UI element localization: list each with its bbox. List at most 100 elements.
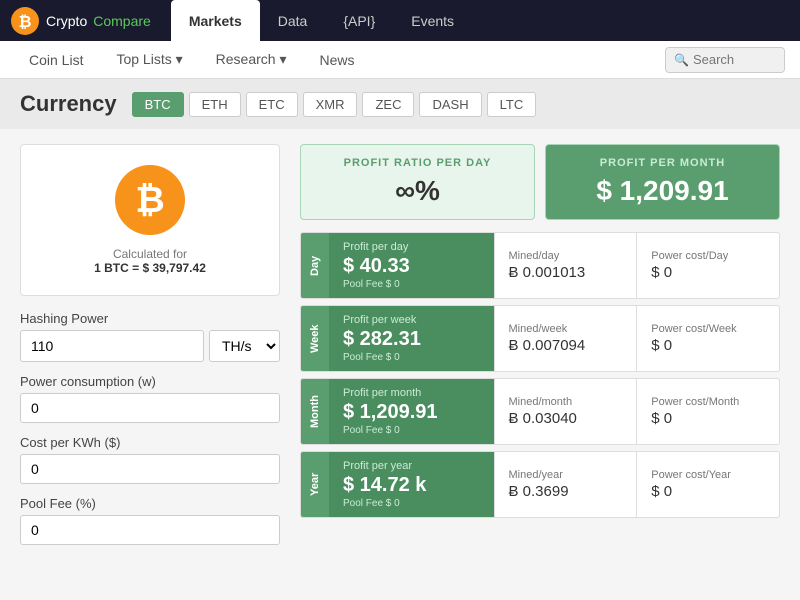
data-row-month-profit-value: $ 1,209.91 (343, 401, 480, 424)
top-navigation: ₿ Crypto Compare Markets Data {API} Event… (0, 0, 800, 41)
currency-header: Currency BTC ETH ETC XMR ZEC DASH LTC (0, 79, 800, 129)
sub-nav-news[interactable]: News (305, 41, 368, 79)
right-panel: PROFIT RATIO PER DAY ∞% PROFIT PER MONTH… (300, 144, 780, 557)
profit-ratio-card: PROFIT RATIO PER DAY ∞% (300, 144, 535, 220)
profit-summary: PROFIT RATIO PER DAY ∞% PROFIT PER MONTH… (300, 144, 780, 220)
hashing-power-label: Hashing Power (20, 311, 280, 326)
data-row-day-mined-value: Ƀ 0.001013 (509, 264, 623, 281)
data-row-week-power: Power cost/Week $ 0 (636, 306, 779, 371)
data-row-week-power-label: Power cost/Week (651, 323, 765, 335)
coin-calc: Calculated for 1 BTC = $ 39,797.42 (94, 247, 206, 275)
currency-tab-btc[interactable]: BTC (132, 92, 184, 117)
bitcoin-icon: ₿ (115, 165, 185, 235)
data-row-day-label: Day (301, 233, 329, 298)
data-row-week-mined-value: Ƀ 0.007094 (509, 337, 623, 354)
search-box[interactable]: 🔍 (665, 47, 785, 73)
data-row-month-power-label: Power cost/Month (651, 396, 765, 408)
profit-ratio-value: ∞% (316, 175, 519, 207)
data-row-day-profit-value: $ 40.33 (343, 255, 480, 278)
data-rows: Day Profit per day $ 40.33 Pool Fee $ 0 … (300, 232, 780, 518)
data-row-day-mined: Mined/day Ƀ 0.001013 (494, 233, 637, 298)
data-row-day-power: Power cost/Day $ 0 (636, 233, 779, 298)
currency-tab-xmr[interactable]: XMR (303, 92, 358, 117)
hashing-power-row: TH/s GH/s MH/s (20, 330, 280, 362)
logo-compare-text: Compare (93, 13, 151, 29)
currency-tab-etc[interactable]: ETC (246, 92, 298, 117)
pool-fee-input[interactable] (20, 515, 280, 545)
data-row-month-mined: Mined/month Ƀ 0.03040 (494, 379, 637, 444)
sub-navigation: Coin List Top Lists ▾ Research ▾ News 🔍 (0, 41, 800, 79)
data-row-month: Month Profit per month $ 1,209.91 Pool F… (300, 378, 780, 445)
cost-per-kwh-label: Cost per KWh ($) (20, 435, 280, 450)
data-row-day-profit: Profit per day $ 40.33 Pool Fee $ 0 (329, 233, 494, 298)
data-row-year-profit-label: Profit per year (343, 460, 480, 472)
data-row-month-profit: Profit per month $ 1,209.91 Pool Fee $ 0 (329, 379, 494, 444)
main-content: ₿ Calculated for 1 BTC = $ 39,797.42 Has… (0, 129, 800, 572)
profit-month-label: PROFIT PER MONTH (561, 157, 764, 169)
data-row-week: Week Profit per week $ 282.31 Pool Fee $… (300, 305, 780, 372)
hashing-power-group: Hashing Power TH/s GH/s MH/s (20, 311, 280, 362)
profit-month-value: $ 1,209.91 (561, 175, 764, 207)
top-nav-markets[interactable]: Markets (171, 0, 260, 41)
data-row-day-mined-label: Mined/day (509, 250, 623, 262)
data-row-year-profit-value: $ 14.72 k (343, 474, 480, 497)
data-row-year: Year Profit per year $ 14.72 k Pool Fee … (300, 451, 780, 518)
data-row-day: Day Profit per day $ 40.33 Pool Fee $ 0 … (300, 232, 780, 299)
data-row-day-profit-label: Profit per day (343, 241, 480, 253)
data-row-week-label: Week (301, 306, 329, 371)
hashing-power-unit-select[interactable]: TH/s GH/s MH/s (209, 330, 280, 362)
power-consumption-input[interactable] (20, 393, 280, 423)
currency-tab-ltc[interactable]: LTC (487, 92, 537, 117)
coin-calc-label: Calculated for (94, 247, 206, 261)
data-row-day-power-label: Power cost/Day (651, 250, 765, 262)
cost-per-kwh-group: Cost per KWh ($) (20, 435, 280, 484)
svg-text:₿: ₿ (18, 13, 31, 31)
data-row-day-power-value: $ 0 (651, 264, 765, 281)
top-nav-events[interactable]: Events (393, 0, 472, 41)
currency-tab-dash[interactable]: DASH (419, 92, 481, 117)
coin-calc-value: 1 BTC = $ 39,797.42 (94, 261, 206, 275)
data-row-week-profit-label: Profit per week (343, 314, 480, 326)
data-row-year-label: Year (301, 452, 329, 517)
power-consumption-group: Power consumption (w) (20, 374, 280, 423)
data-row-week-pool-fee: Pool Fee $ 0 (343, 352, 480, 363)
left-panel: ₿ Calculated for 1 BTC = $ 39,797.42 Has… (20, 144, 280, 557)
logo-crypto-text: Crypto (46, 13, 87, 29)
top-nav-data[interactable]: Data (260, 0, 326, 41)
data-row-year-pool-fee: Pool Fee $ 0 (343, 498, 480, 509)
data-row-year-mined-value: Ƀ 0.3699 (509, 483, 623, 500)
top-nav-items: Markets Data {API} Events (171, 0, 790, 41)
profit-ratio-label: PROFIT RATIO PER DAY (316, 157, 519, 169)
data-row-month-label: Month (301, 379, 329, 444)
data-row-month-profit-label: Profit per month (343, 387, 480, 399)
data-row-day-pool-fee: Pool Fee $ 0 (343, 279, 480, 290)
coin-display: ₿ Calculated for 1 BTC = $ 39,797.42 (20, 144, 280, 296)
data-row-year-profit: Profit per year $ 14.72 k Pool Fee $ 0 (329, 452, 494, 517)
power-consumption-label: Power consumption (w) (20, 374, 280, 389)
pool-fee-group: Pool Fee (%) (20, 496, 280, 545)
data-row-year-mined: Mined/year Ƀ 0.3699 (494, 452, 637, 517)
currency-tab-zec[interactable]: ZEC (362, 92, 414, 117)
cost-per-kwh-input[interactable] (20, 454, 280, 484)
data-row-month-mined-label: Mined/month (509, 396, 623, 408)
currency-title: Currency (20, 91, 117, 117)
data-row-week-profit-value: $ 282.31 (343, 328, 480, 351)
search-icon: 🔍 (674, 53, 689, 67)
data-row-year-power: Power cost/Year $ 0 (636, 452, 779, 517)
currency-tab-eth[interactable]: ETH (189, 92, 241, 117)
data-row-week-profit: Profit per week $ 282.31 Pool Fee $ 0 (329, 306, 494, 371)
search-input[interactable] (693, 52, 783, 67)
sub-nav-research[interactable]: Research ▾ (202, 41, 301, 79)
data-row-month-power-value: $ 0 (651, 410, 765, 427)
sub-nav-top-lists[interactable]: Top Lists ▾ (102, 41, 196, 79)
data-row-week-mined: Mined/week Ƀ 0.007094 (494, 306, 637, 371)
data-row-year-power-value: $ 0 (651, 483, 765, 500)
logo-icon: ₿ (10, 6, 40, 36)
logo[interactable]: ₿ Crypto Compare (10, 6, 151, 36)
sub-nav-coin-list[interactable]: Coin List (15, 41, 97, 79)
hashing-power-input[interactable] (20, 330, 204, 362)
data-row-week-power-value: $ 0 (651, 337, 765, 354)
data-row-year-power-label: Power cost/Year (651, 469, 765, 481)
data-row-year-mined-label: Mined/year (509, 469, 623, 481)
top-nav-api[interactable]: {API} (325, 0, 393, 41)
